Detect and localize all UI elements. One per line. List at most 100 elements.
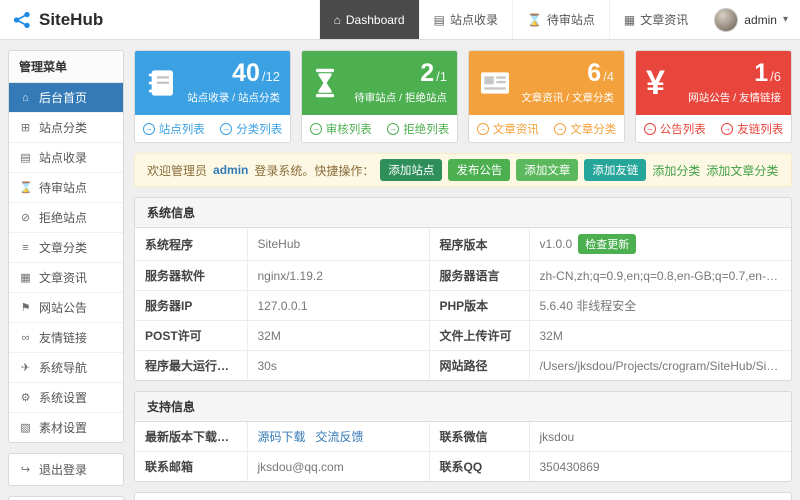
info-label: 联系微信 [429,422,530,452]
sidebar-title: 管理菜单 [9,51,123,83]
sidebar-item-label: 网站公告 [39,301,88,315]
welcome-suffix: 登录系统。快捷操作： [254,163,375,178]
sidebar-item-site-list[interactable]: ▤ 站点收录 [9,142,123,172]
site-list-link[interactable]: → 站点列表 [135,121,213,137]
main-content: 40/12 站点收录 / 站点分类 → 站点列表 → 分类列表 2 /1 待审站… [134,50,792,500]
stat-card-announcements-top: ¥ 1/6 网站公告 / 友情链接 [636,51,791,115]
logout-button[interactable]: ↪ 退出登录 [9,454,123,485]
sidebar-item-rejected-sites[interactable]: ⊘ 拒绝站点 [9,202,123,232]
source-download-link[interactable]: 源码下载 [258,430,306,444]
sidebar: 管理菜单 ⌂ 后台首页 ⊞ 站点分类 ▤ 站点收录 ⌛ 待审站点 ⊘ 拒绝站点 [8,50,124,500]
category-list-link[interactable]: → 分类列表 [213,121,291,137]
tab-articles[interactable]: ▦ 文章资讯 [608,0,702,39]
sidebar-item-pending-sites[interactable]: ⌛ 待审站点 [9,172,123,202]
tab-pending-sites[interactable]: ⌛ 待审站点 [511,0,609,39]
stat-value: 40/12 [232,59,280,87]
tab-label: 站点收录 [449,13,498,27]
book-icon [145,67,177,99]
info-value: 源码下载 交流反馈 [247,422,430,452]
copyright-footer: Copyright © 2024 CROGRAM. All Rights Res… [134,492,792,500]
sidebar-item-articles[interactable]: ▦ 文章资讯 [9,262,123,292]
info-label: 服务器IP [135,290,248,321]
book-icon: ▤ [20,152,31,164]
info-value: v1.0.0 检查更新 [529,228,791,261]
welcome-prefix: 欢迎管理员 [147,163,208,178]
sidebar-item-announcements[interactable]: ⚑ 网站公告 [9,292,123,322]
info-label: 服务器软件 [135,260,248,291]
info-value: 5.6.40 非线程安全 [529,290,791,321]
info-value: 127.0.0.1 [247,290,430,321]
stat-card-articles-links: → 文章资讯 → 文章分类 [469,115,624,142]
hourglass-icon: ⌛ [19,182,33,194]
stat-label: 待审站点 / 拒绝站点 [354,92,447,104]
circle-arrow-icon: → [643,122,656,135]
stat-label: 文章资讯 / 文章分类 [521,92,614,104]
brand[interactable]: SiteHub [12,0,103,39]
stat-card-announcements: ¥ 1/6 网站公告 / 友情链接 → 公告列表 → 友链列表 [635,50,792,143]
info-label: POST许可 [135,320,248,351]
table-row: 程序最大运行时间 30s 网站路径 /Users/jksdou/Projects… [135,350,791,380]
table-row: 服务器软件 nginx/1.19.2 服务器语言 zh-CN,zh;q=0.9,… [135,260,791,291]
user-menu[interactable]: admin ▾ [702,0,800,39]
sidebar-item-article-category[interactable]: ≡ 文章分类 [9,232,123,262]
hourglass-icon [312,67,338,99]
info-value: SiteHub [247,228,430,261]
info-label: 网站路径 [429,350,530,380]
article-list-link[interactable]: → 文章资讯 [469,121,547,137]
sidebar-item-label: 系统导航 [39,361,88,375]
info-value: jksdou@qq.com [247,451,430,481]
publish-announcement-button[interactable]: 发布公告 [448,159,511,181]
tab-label: 文章资讯 [640,13,689,27]
version-badge: SiteHub v1.0.0 [8,496,124,500]
info-label: 程序版本 [429,228,530,261]
brand-title: SiteHub [39,9,104,29]
friend-link-list-link[interactable]: → 友链列表 [714,121,792,137]
system-info-title: 系统信息 [135,198,791,228]
add-article-button[interactable]: 添加文章 [516,159,579,181]
feedback-link[interactable]: 交流反馈 [316,430,364,444]
article-category-link[interactable]: → 文章分类 [547,121,625,137]
sidebar-item-friend-links[interactable]: ∞ 友情链接 [9,322,123,352]
add-article-category-link[interactable]: 添加文章分类 [706,162,778,179]
welcome-alert: 欢迎管理员 admin 登录系统。快捷操作： 添加站点 发布公告 添加文章 添加… [134,153,792,187]
image-icon: ▧ [20,422,31,434]
reject-list-link[interactable]: → 拒绝列表 [380,121,458,137]
circle-arrow-icon: → [142,122,155,135]
add-category-link[interactable]: 添加分类 [652,162,700,179]
tab-label: 待审站点 [546,13,595,27]
table-row: 联系邮箱 jksdou@qq.com 联系QQ 350430869 [135,451,791,481]
gauge-icon: ⌂ [22,91,29,104]
stat-card-announcements-links: → 公告列表 → 友链列表 [636,115,791,142]
info-label: 联系邮箱 [135,451,248,481]
stat-card-articles-top: 6/4 文章资讯 / 文章分类 [469,51,624,115]
info-value: 32M [247,320,430,351]
circle-arrow-icon: → [309,122,322,135]
sidebar-item-home[interactable]: ⌂ 后台首页 [9,83,123,112]
info-value: zh-CN,zh;q=0.9,en;q=0.8,en-GB;q=0.7,en-U… [529,260,791,291]
list-icon: ≡ [22,241,29,254]
tab-dashboard[interactable]: ⌂ Dashboard [318,0,419,39]
sidebar-item-material-settings[interactable]: ▧ 素材设置 [9,412,123,442]
logout-panel: ↪ 退出登录 [8,453,124,486]
info-label: 服务器语言 [429,260,530,291]
avatar [714,7,739,32]
admin-username-link[interactable]: admin [213,163,248,177]
top-navbar: SiteHub ⌂ Dashboard ▤ 站点收录 ⌛ 待审站点 ▦ 文章资讯… [0,0,800,40]
sidebar-item-system-settings[interactable]: ⚙ 系统设置 [9,382,123,412]
add-friend-link-button[interactable]: 添加友链 [584,159,647,181]
tab-site-list[interactable]: ▤ 站点收录 [418,0,512,39]
sidebar-item-label: 文章资讯 [39,271,88,285]
circle-arrow-icon: → [554,122,567,135]
sidebar-item-system-nav[interactable]: ✈ 系统导航 [9,352,123,382]
stat-value: 1/6 [754,59,781,87]
sidebar-item-site-category[interactable]: ⊞ 站点分类 [9,112,123,142]
stat-label: 网站公告 / 友情链接 [688,92,781,104]
announcement-list-link[interactable]: → 公告列表 [636,121,714,137]
add-site-button[interactable]: 添加站点 [380,159,443,181]
info-label: PHP版本 [429,290,530,321]
stat-card-pending-links: → 审核列表 → 拒绝列表 [302,115,457,142]
yen-icon: ¥ [646,64,665,102]
check-update-button[interactable]: 检查更新 [578,234,637,254]
plane-icon: ✈ [20,362,31,374]
review-list-link[interactable]: → 审核列表 [302,121,380,137]
